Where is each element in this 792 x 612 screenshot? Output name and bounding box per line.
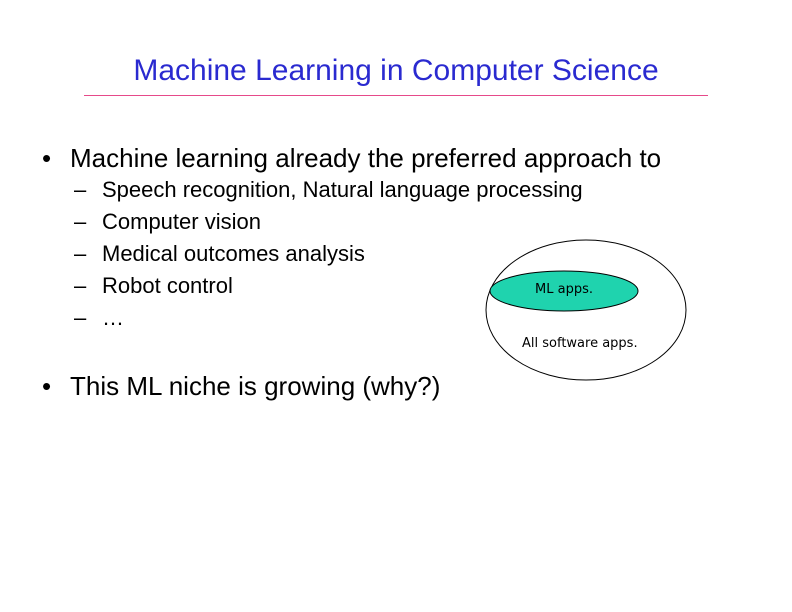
sub-item-4: – Robot control <box>74 272 233 300</box>
sub-item-1: – Speech recognition, Natural language pr… <box>74 176 583 204</box>
dash-marker: – <box>74 273 87 298</box>
bullet-marker: • <box>42 371 52 401</box>
ml-apps-label: ML apps. <box>535 282 593 297</box>
dash-marker: – <box>74 241 87 266</box>
slide: Machine Learning in Computer Science • Ma… <box>0 0 792 612</box>
bullet-text: Machine learning already the preferred a… <box>70 143 662 173</box>
sub-item-text: Robot control <box>102 273 233 298</box>
venn-svg <box>485 239 687 381</box>
bullet-marker: • <box>42 143 52 173</box>
bullet-item-2: • This ML niche is growing (why?) <box>42 370 440 402</box>
all-software-apps-label: All software apps. <box>522 336 638 351</box>
sub-item-text: Speech recognition, Natural language pro… <box>102 177 583 202</box>
slide-title: Machine Learning in Computer Science <box>133 54 659 87</box>
dash-marker: – <box>74 177 87 202</box>
sub-item-2: – Computer vision <box>74 208 261 236</box>
dash-marker: – <box>74 305 87 330</box>
bullet-item-1: • Machine learning already the preferred … <box>42 142 661 174</box>
sub-item-text: Computer vision <box>102 209 261 234</box>
bullet-text: This ML niche is growing (why?) <box>70 371 441 401</box>
ml-apps-venn-diagram: ML apps. All software apps. <box>484 238 694 382</box>
sub-item-5: –… <box>74 304 124 332</box>
sub-item-text: Medical outcomes analysis <box>102 241 365 266</box>
sub-item-text: … <box>102 305 124 330</box>
sub-item-3: – Medical outcomes analysis <box>74 240 365 268</box>
title-underline <box>84 95 708 96</box>
dash-marker: – <box>74 209 87 234</box>
